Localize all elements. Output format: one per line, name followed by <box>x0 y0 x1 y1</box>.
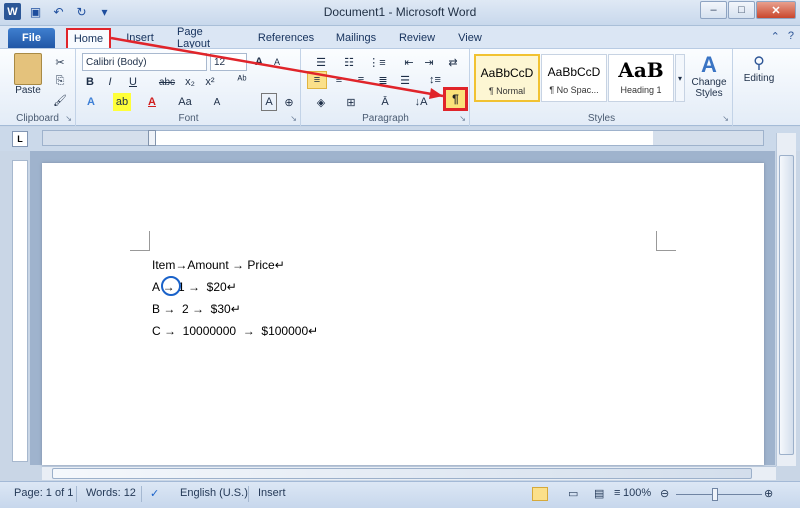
show-hide-marks-button[interactable]: ¶ <box>443 87 468 111</box>
annotation-arrow <box>110 36 444 99</box>
